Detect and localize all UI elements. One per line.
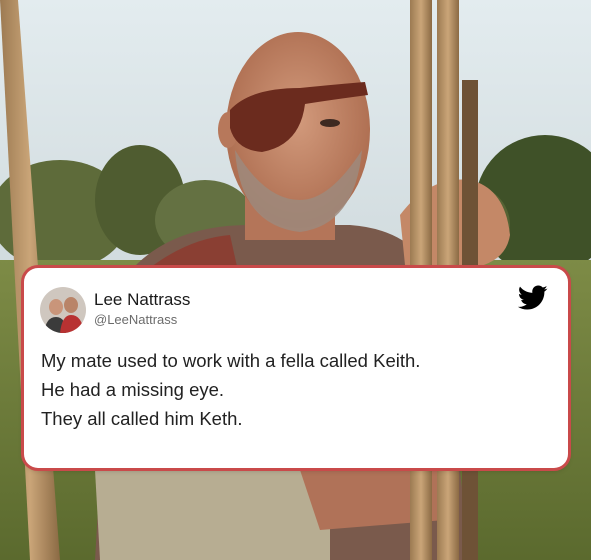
twitter-bird-icon (518, 285, 548, 310)
tweet-line: They all called him Keth. (41, 408, 243, 429)
tweet-text: My mate used to work with a fella called… (41, 346, 548, 433)
tweet-card: Lee Nattrass @LeeNattrass My mate used t… (24, 268, 568, 468)
tweet-line: He had a missing eye. (41, 379, 225, 400)
display-name[interactable]: Lee Nattrass (94, 290, 190, 310)
tweet-line: My mate used to work with a fella called… (41, 350, 421, 371)
avatar[interactable] (40, 287, 86, 333)
user-handle[interactable]: @LeeNattrass (94, 312, 177, 327)
